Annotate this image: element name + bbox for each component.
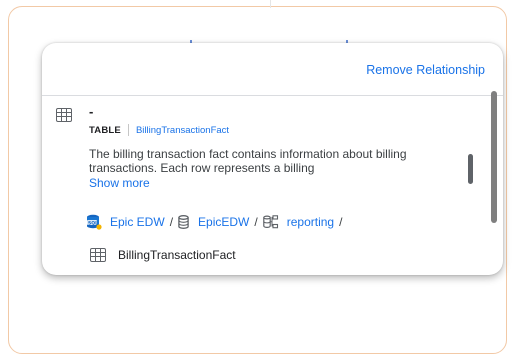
description-scrollbar[interactable]: [468, 154, 473, 184]
path-schema-link[interactable]: reporting: [287, 215, 334, 229]
breadcrumb-path: SQL Epic EDW / EpicEDW / reporting /: [86, 214, 347, 230]
svg-text:SQL: SQL: [88, 220, 98, 226]
entry-detail: - TABLE BillingTransactionFact The billi…: [42, 96, 503, 275]
relationship-popup-card: Remove Relationship - TABLE BillingTrans…: [42, 43, 503, 275]
top-divider: [270, 0, 271, 8]
card-scrollbar[interactable]: [491, 91, 497, 223]
path-separator: /: [339, 215, 343, 229]
table-icon: [90, 248, 106, 262]
remove-relationship-button[interactable]: Remove Relationship: [366, 63, 485, 77]
card-header: Remove Relationship: [42, 43, 503, 96]
table-row-name[interactable]: BillingTransactionFact: [118, 248, 236, 262]
table-name-link[interactable]: BillingTransactionFact: [136, 125, 229, 136]
entry-description: The billing transaction fact contains in…: [89, 147, 407, 175]
type-separator: [127, 124, 129, 136]
schema-icon: [262, 215, 279, 229]
table-icon: [56, 108, 72, 122]
path-system-link[interactable]: Epic EDW: [110, 215, 165, 229]
path-separator: /: [169, 215, 174, 229]
type-row: TABLE BillingTransactionFact: [89, 124, 229, 136]
database-icon: [178, 215, 189, 229]
show-more-button[interactable]: Show more: [89, 176, 150, 190]
path-separator: /: [254, 215, 258, 229]
path-database-link[interactable]: EpicEDW: [198, 215, 249, 229]
entry-type-label: TABLE: [89, 124, 121, 136]
sql-database-icon: SQL: [86, 214, 102, 230]
entry-title: -: [89, 104, 94, 119]
